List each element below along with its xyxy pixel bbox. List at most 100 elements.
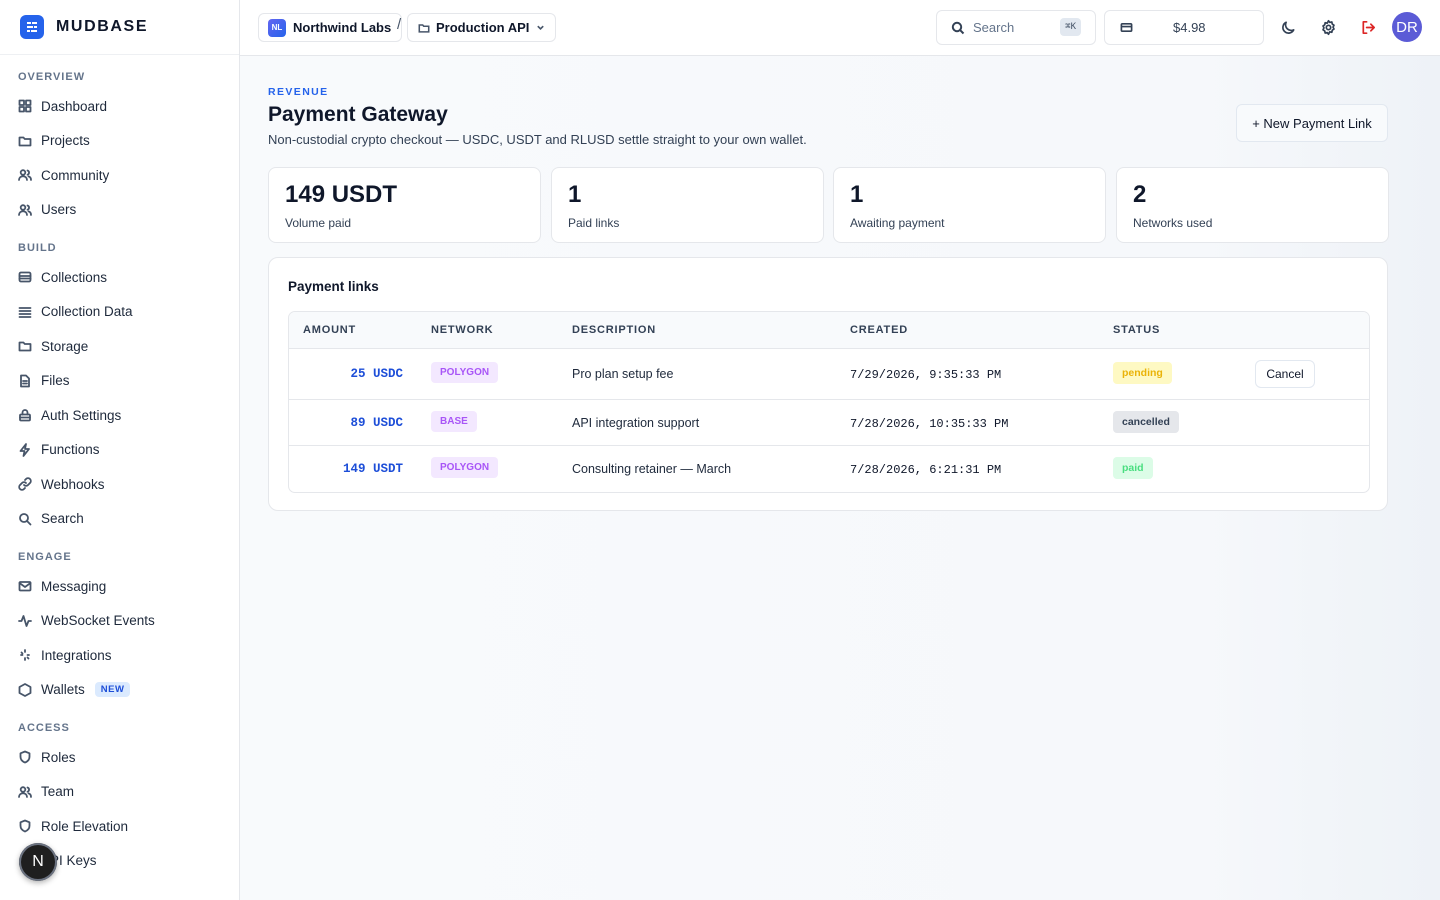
balance-amount: $4.98 (1173, 20, 1206, 35)
sidebar-item-roles[interactable]: Roles (18, 740, 221, 775)
sidebar-item-label: Team (41, 784, 75, 800)
shield-icon (18, 819, 32, 833)
breadcrumb-org[interactable]: NL Northwind Labs (258, 13, 403, 42)
sidebar-item-label: Files (41, 373, 70, 389)
sidebar-item-dashboard[interactable]: Dashboard (18, 89, 221, 124)
org-avatar: NL (268, 18, 286, 37)
sidebar-item-integrations[interactable]: Integrations (18, 638, 221, 673)
new-badge: NEW (94, 682, 131, 698)
sidebar-item-messaging[interactable]: Messaging (18, 569, 221, 604)
brand[interactable]: MUDBASE (0, 0, 239, 55)
mail-icon (18, 579, 32, 593)
folder-icon (418, 23, 430, 33)
sidebar-item-search[interactable]: Search (18, 502, 221, 537)
stat-label: Paid links (568, 216, 620, 230)
sidebar-item-label: Wallets (41, 682, 85, 698)
status-badge: paid (1113, 457, 1153, 479)
description-cell: Consulting retainer — March (572, 462, 732, 476)
table-row[interactable]: 149 USDT POLYGON Consulting retainer — M… (289, 446, 1369, 492)
sidebar-item-webhooks[interactable]: Webhooks (18, 467, 221, 502)
column-header-created: CREATED (850, 324, 908, 336)
list-icon (18, 305, 32, 319)
user-avatar[interactable]: DR (1392, 12, 1422, 42)
floating-dev-badge[interactable]: N (19, 843, 57, 881)
sidebar-item-storage[interactable]: Storage (18, 329, 221, 364)
network-badge: POLYGON (431, 362, 499, 383)
nav-section-overview: OVERVIEW Dashboard Projects Community Us… (0, 67, 239, 227)
stat-card: 1 Paid links (551, 167, 824, 243)
status-badge: cancelled (1113, 411, 1179, 433)
search-shortcut: ⌘K (1060, 18, 1081, 36)
sidebar-item-projects[interactable]: Projects (18, 124, 221, 159)
sidebar-item-team[interactable]: Team (18, 775, 221, 810)
stat-label: Networks used (1133, 216, 1213, 230)
nav-section-engage: ENGAGE Messaging WebSocket Events Integr… (0, 547, 239, 707)
sidebar-item-label: Messaging (41, 578, 107, 594)
file-icon (18, 374, 32, 388)
chevron-down-icon (537, 25, 545, 30)
amount-cell: 25 USDC (350, 367, 403, 381)
nav-heading: OVERVIEW (18, 71, 86, 83)
search-icon (18, 512, 32, 526)
sidebar-item-websocket-events[interactable]: WebSocket Events (18, 604, 221, 639)
activity-icon (18, 614, 32, 628)
sidebar-item-label: Collections (41, 269, 108, 285)
stat-value: 1 (568, 181, 582, 208)
breadcrumb-project[interactable]: Production API (407, 13, 557, 42)
description-cell: Pro plan setup fee (572, 367, 674, 381)
stat-label: Awaiting payment (850, 216, 945, 230)
description-cell: API integration support (572, 416, 700, 430)
brand-name: MUDBASE (56, 18, 149, 35)
stat-label: Volume paid (285, 216, 352, 230)
settings-button[interactable] (1318, 17, 1338, 37)
table-row[interactable]: 25 USDC POLYGON Pro plan setup fee 7/29/… (289, 349, 1369, 400)
sidebar-item-community[interactable]: Community (18, 158, 221, 193)
nav-section-build: BUILD Collections Collection Data Storag… (0, 238, 239, 536)
column-header-amount: AMOUNT (303, 324, 357, 336)
theme-toggle-button[interactable] (1278, 17, 1298, 37)
sidebar-item-label: Functions (41, 442, 100, 458)
hexagon-icon (18, 682, 32, 697)
lock-icon (18, 408, 32, 422)
top-bar: NL Northwind Labs / Production API Searc… (240, 0, 1440, 56)
search-icon (951, 21, 965, 34)
sidebar-item-functions[interactable]: Functions (18, 433, 221, 468)
sidebar-item-auth-settings[interactable]: Auth Settings (18, 398, 221, 433)
sparkle-icon (18, 648, 32, 662)
sidebar-item-label: Dashboard (41, 98, 108, 114)
sidebar-item-label: Collection Data (41, 304, 133, 320)
sidebar-item-role-elevation[interactable]: Role Elevation (18, 809, 221, 844)
sidebar-item-collection-data[interactable]: Collection Data (18, 295, 221, 330)
logout-button[interactable] (1358, 17, 1378, 37)
card-title: Payment links (288, 279, 379, 294)
stat-value: 149 USDT (285, 181, 398, 208)
sidebar-item-users[interactable]: Users (18, 193, 221, 228)
payment-links-card: Payment links AMOUNT NETWORK DESCRIPTION… (268, 257, 1388, 511)
sidebar-item-label: Search (41, 511, 84, 527)
sidebar-item-files[interactable]: Files (18, 364, 221, 399)
sidebar-item-collections[interactable]: Collections (18, 260, 221, 295)
search-label: Search (973, 20, 1015, 35)
gear-icon (1321, 19, 1335, 35)
sidebar: MUDBASE OVERVIEW Dashboard Projects Comm… (0, 0, 240, 900)
search-input[interactable]: Search ⌘K (936, 10, 1096, 45)
breadcrumb-separator: / (397, 16, 402, 33)
stat-card: 149 USDT Volume paid (268, 167, 541, 243)
sidebar-item-label: Projects (41, 133, 90, 149)
sidebar-item-wallets[interactable]: Wallets NEW (18, 673, 221, 708)
org-name: Northwind Labs (293, 20, 392, 35)
sidebar-item-label: WebSocket Events (41, 613, 155, 629)
sidebar-item-label: Integrations (41, 647, 112, 663)
folder-icon (18, 134, 32, 148)
table-row[interactable]: 89 USDC BASE API integration support 7/2… (289, 400, 1369, 446)
column-header-network: NETWORK (431, 324, 494, 336)
stat-card: 1 Awaiting payment (833, 167, 1106, 243)
nav-heading: ACCESS (18, 722, 70, 734)
page-title: Payment Gateway (268, 103, 448, 126)
sidebar-item-label: Role Elevation (41, 818, 129, 834)
balance-button[interactable]: $4.98 (1104, 10, 1264, 45)
new-payment-link-button[interactable]: + New Payment Link (1236, 104, 1388, 142)
users-icon (18, 168, 32, 182)
nav-heading: BUILD (18, 242, 57, 254)
cancel-button[interactable]: Cancel (1255, 360, 1315, 388)
